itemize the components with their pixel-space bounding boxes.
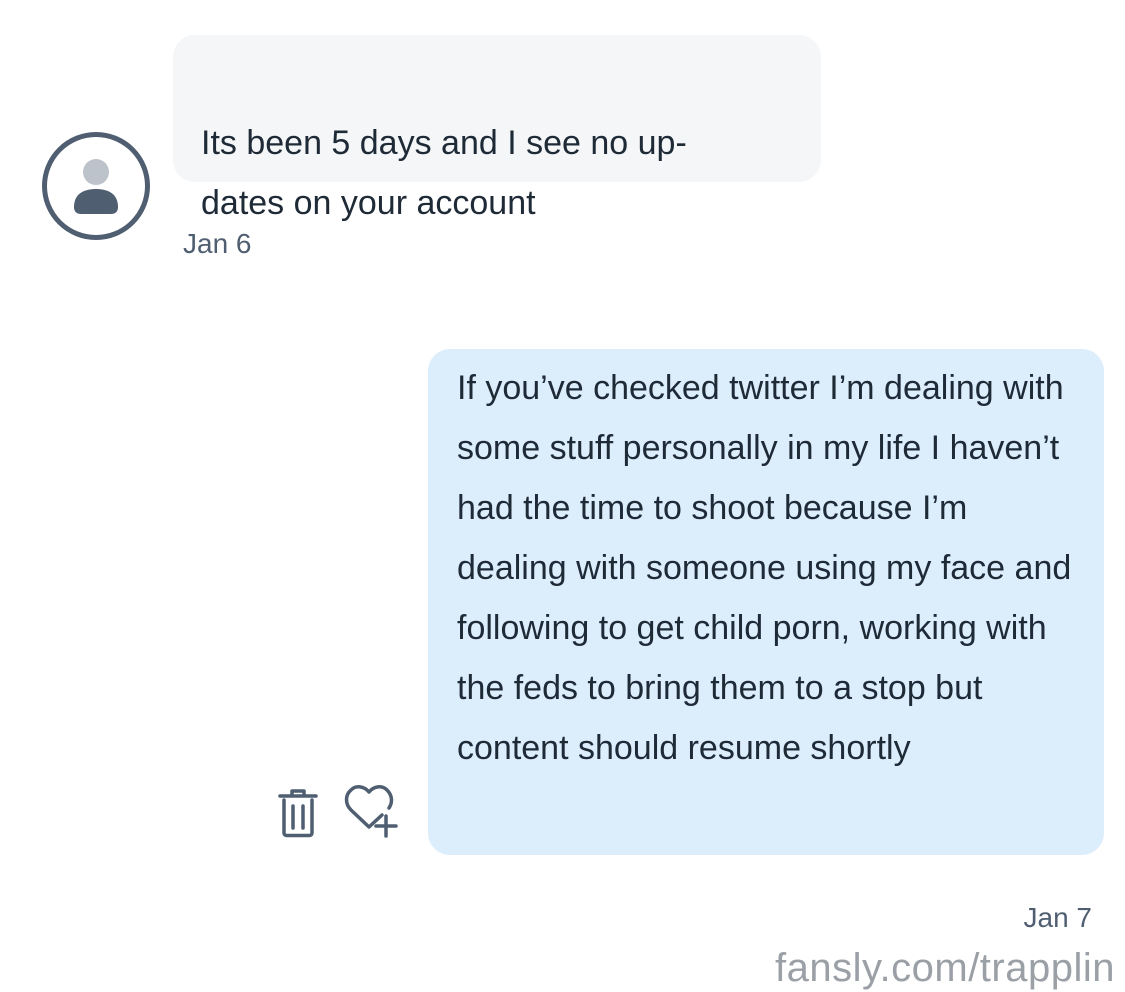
incoming-message-text: Its been 5 days and I see no up- dates o… bbox=[201, 124, 687, 222]
outgoing-message-text: If you’ve checked twitter I’m dealing wi… bbox=[457, 369, 1072, 767]
outgoing-message-date: Jan 7 bbox=[1023, 902, 1093, 933]
message-actions bbox=[276, 782, 406, 842]
incoming-message-bubble: Its been 5 days and I see no up- dates o… bbox=[173, 35, 821, 222]
outgoing-message-bubble: If you’ve checked twitter I’m dealing wi… bbox=[428, 349, 1104, 855]
person-icon bbox=[74, 159, 118, 214]
watermark: fansly.com/trapplin bbox=[774, 946, 1115, 990]
heart-plus-icon[interactable] bbox=[342, 782, 404, 840]
avatar[interactable] bbox=[42, 132, 150, 240]
incoming-message-date: Jan 6 bbox=[183, 228, 252, 259]
trash-icon[interactable] bbox=[276, 788, 320, 838]
